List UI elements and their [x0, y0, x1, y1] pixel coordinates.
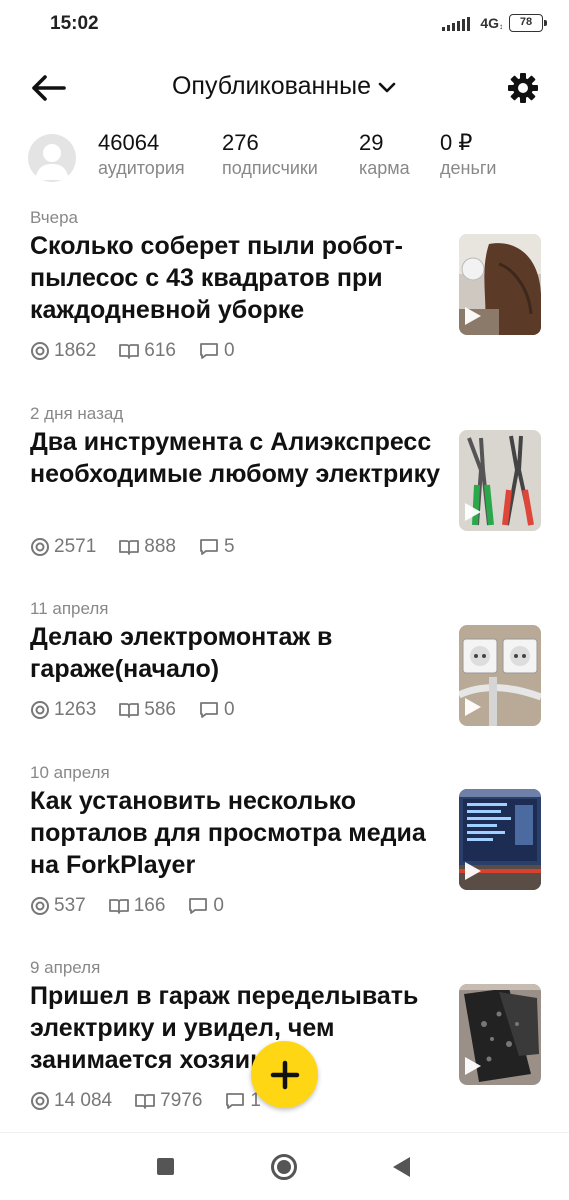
profile-stats: 46064 аудитория 276 подписчики 29 карма …	[0, 130, 569, 192]
play-icon	[465, 1057, 481, 1075]
eye-icon	[31, 897, 49, 915]
system-nav-bar	[0, 1132, 569, 1200]
article-thumbnail[interactable]	[459, 234, 541, 335]
article-stats: 1263 586 0	[30, 699, 257, 721]
comment-icon	[200, 343, 218, 359]
article-card[interactable]: 11 апреля Делаю электромонтаж в гараже(н…	[0, 599, 569, 789]
article-thumbnail[interactable]	[459, 789, 541, 890]
article-stats: 1862 616 0	[30, 340, 257, 362]
section-selector[interactable]: Опубликованные	[0, 72, 569, 102]
status-bar: 15:02 4G↕ 78	[0, 0, 569, 50]
article-date: 10 апреля	[30, 763, 110, 782]
settings-button[interactable]	[503, 68, 543, 108]
article-stats: 2571 888 5	[30, 536, 257, 558]
gear-icon	[508, 73, 538, 103]
stat-subscribers[interactable]: 276 подписчики	[222, 130, 318, 179]
comment-icon	[200, 702, 218, 718]
create-post-button[interactable]	[251, 1041, 318, 1108]
eye-icon	[31, 538, 49, 556]
reads-count: 616	[118, 340, 176, 362]
article-stats: 14 084 7976 1	[30, 1090, 283, 1112]
stat-money[interactable]: 0 ₽ деньги	[440, 130, 496, 179]
comments-count: 0	[187, 895, 224, 917]
article-title: Как установить несколько порталов для пр…	[30, 787, 426, 879]
stat-value: 29	[359, 130, 384, 155]
stat-label: карма	[359, 158, 410, 178]
eye-icon	[31, 342, 49, 360]
stat-value: 276	[222, 130, 259, 155]
play-icon	[465, 698, 481, 716]
avatar[interactable]	[28, 134, 76, 182]
article-date: 2 дня назад	[30, 404, 124, 423]
battery-icon: 78	[509, 14, 547, 32]
stat-audience[interactable]: 46064 аудитория	[98, 130, 185, 179]
article-stats: 537 166 0	[30, 895, 246, 917]
book-icon	[119, 540, 140, 555]
article-date: Вчера	[30, 208, 78, 227]
app-header: Опубликованные	[0, 60, 569, 116]
article-date: 11 апреля	[30, 599, 109, 618]
views-count: 14 084	[30, 1090, 112, 1112]
page-title: Опубликованные	[171, 72, 372, 100]
comment-icon	[189, 898, 208, 914]
article-title: Сколько соберет пыли робот-пылесос с 43 …	[30, 232, 403, 324]
reads-count: 7976	[134, 1090, 202, 1112]
stat-label: подписчики	[222, 158, 318, 178]
plus-icon	[270, 1060, 299, 1089]
reads-count: 586	[118, 699, 176, 721]
stat-value: 46064	[98, 130, 160, 155]
signal-icon	[442, 15, 471, 31]
article-title: Делаю электромонтаж в гараже(начало)	[30, 623, 333, 683]
recent-apps-icon[interactable]	[157, 1158, 174, 1175]
eye-icon	[31, 1092, 49, 1110]
stat-value: 0 ₽	[440, 130, 473, 155]
book-icon	[119, 703, 140, 718]
stat-label: аудитория	[98, 158, 185, 178]
status-icons: 4G↕ 78	[442, 14, 547, 32]
play-icon	[465, 307, 481, 325]
article-title: Пришел в гараж переделывать электрику и …	[30, 982, 419, 1074]
home-icon[interactable]	[271, 1154, 297, 1180]
book-icon	[135, 1094, 156, 1109]
article-thumbnail[interactable]	[459, 984, 541, 1085]
article-card[interactable]: Вчера Сколько соберет пыли робот-пылесос…	[0, 208, 569, 398]
article-thumbnail[interactable]	[459, 625, 541, 726]
reads-count: 888	[118, 536, 176, 558]
eye-icon	[31, 701, 49, 719]
book-icon	[108, 899, 129, 914]
back-triangle-icon[interactable]	[393, 1157, 410, 1177]
play-icon	[465, 503, 481, 521]
article-date: 9 апреля	[30, 958, 101, 977]
article-card[interactable]: 10 апреля Как установить несколько порта…	[0, 763, 569, 953]
comments-count: 0	[198, 340, 235, 362]
book-icon	[119, 344, 140, 359]
comment-icon	[226, 1093, 245, 1109]
article-card[interactable]: 2 дня назад Два инструмента с Алиэкспрес…	[0, 404, 569, 594]
article-thumbnail[interactable]	[459, 430, 541, 531]
network-type: 4G↕	[480, 15, 503, 31]
chevron-down-icon	[377, 73, 397, 102]
user-silhouette-icon	[35, 144, 69, 180]
comments-count: 0	[198, 699, 235, 721]
reads-count: 166	[108, 895, 165, 917]
views-count: 1263	[30, 699, 96, 721]
article-title: Два инструмента с Алиэкспресс необходимы…	[30, 428, 440, 488]
views-count: 2571	[30, 536, 96, 558]
play-icon	[465, 862, 481, 880]
stat-label: деньги	[440, 158, 497, 178]
comments-count: 1	[224, 1090, 261, 1112]
stat-karma[interactable]: 29 карма	[359, 130, 410, 179]
comment-icon	[200, 539, 218, 555]
views-count: 1862	[30, 340, 96, 362]
status-time: 15:02	[50, 13, 99, 34]
comments-count: 5	[198, 536, 235, 558]
views-count: 537	[30, 895, 86, 917]
